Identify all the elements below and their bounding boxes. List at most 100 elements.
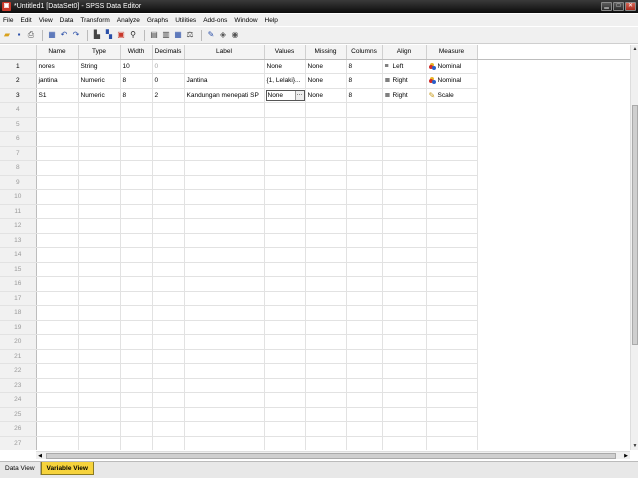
empty-cell[interactable] [346, 363, 383, 379]
empty-cell[interactable] [346, 320, 383, 335]
menu-transform[interactable]: Transform [80, 17, 109, 24]
empty-cell[interactable] [184, 421, 265, 437]
empty-cell[interactable] [78, 349, 121, 364]
empty-cell[interactable] [120, 131, 153, 147]
empty-cell[interactable] [36, 320, 79, 335]
empty-cell[interactable] [305, 117, 347, 132]
row-number[interactable]: 5 [0, 117, 37, 132]
empty-cell[interactable] [36, 189, 79, 205]
print-icon[interactable]: ⎙ [26, 30, 36, 40]
row-number[interactable]: 14 [0, 247, 37, 263]
cell-type[interactable]: Numeric [78, 73, 121, 89]
empty-cell[interactable] [382, 421, 427, 437]
empty-cell[interactable] [264, 204, 306, 219]
row-number[interactable]: 27 [0, 436, 37, 450]
empty-cell[interactable] [78, 363, 121, 379]
column-header-measure[interactable]: Measure [426, 45, 478, 60]
row-number[interactable]: 19 [0, 320, 37, 335]
empty-cell[interactable] [382, 189, 427, 205]
tab-data-view[interactable]: Data View [0, 462, 41, 475]
table-row[interactable]: 18 [0, 305, 630, 321]
empty-cell[interactable] [346, 305, 383, 321]
row-number[interactable]: 7 [0, 146, 37, 161]
menu-file[interactable]: File [3, 17, 13, 24]
empty-cell[interactable] [78, 160, 121, 176]
empty-cell[interactable] [184, 291, 265, 306]
empty-cell[interactable] [264, 117, 306, 132]
row-number[interactable]: 2 [0, 73, 37, 89]
empty-cell[interactable] [152, 189, 185, 205]
column-header-type[interactable]: Type [78, 45, 121, 60]
table-row[interactable]: 16 [0, 276, 630, 292]
empty-cell[interactable] [426, 146, 478, 161]
empty-cell[interactable] [426, 392, 478, 408]
cell-measure[interactable]: ✎ Scale [426, 88, 478, 103]
empty-cell[interactable] [382, 102, 427, 118]
row-number[interactable]: 12 [0, 218, 37, 234]
empty-cell[interactable] [264, 291, 306, 306]
empty-cell[interactable] [264, 146, 306, 161]
empty-cell[interactable] [36, 204, 79, 219]
scroll-up-icon[interactable]: ▲ [631, 45, 638, 53]
empty-cell[interactable] [120, 378, 153, 393]
empty-cell[interactable] [78, 204, 121, 219]
empty-cell[interactable] [426, 276, 478, 292]
menu-window[interactable]: Window [234, 17, 257, 24]
table-row[interactable]: 2 jantina Numeric 8 0 Jantina {1, Lelaki… [0, 73, 630, 89]
column-header-missing[interactable]: Missing [305, 45, 347, 60]
empty-cell[interactable] [346, 102, 383, 118]
split-file-icon[interactable]: ▦ [173, 30, 183, 40]
cell-name[interactable]: jantina [36, 73, 79, 89]
empty-cell[interactable] [305, 392, 347, 408]
empty-cell[interactable] [120, 189, 153, 205]
menu-view[interactable]: View [39, 17, 53, 24]
dialog-recall-icon[interactable]: ▦ [47, 30, 57, 40]
row-number[interactable]: 4 [0, 102, 37, 118]
use-sets-icon[interactable]: ◉ [230, 30, 240, 40]
table-row[interactable]: 12 [0, 218, 630, 234]
empty-cell[interactable] [120, 175, 153, 190]
empty-cell[interactable] [305, 320, 347, 335]
empty-cell[interactable] [346, 421, 383, 437]
empty-cell[interactable] [305, 247, 347, 263]
empty-cell[interactable] [120, 233, 153, 248]
empty-cell[interactable] [120, 407, 153, 422]
empty-cell[interactable] [120, 363, 153, 379]
table-row[interactable]: 7 [0, 146, 630, 161]
empty-cell[interactable] [346, 436, 383, 450]
empty-cell[interactable] [346, 407, 383, 422]
empty-cell[interactable] [382, 247, 427, 263]
cell-width[interactable]: 10 [120, 59, 153, 74]
empty-cell[interactable] [264, 334, 306, 350]
empty-cell[interactable] [382, 407, 427, 422]
cell-align[interactable]: ≣ Right [382, 73, 427, 89]
empty-cell[interactable] [346, 247, 383, 263]
empty-cell[interactable] [264, 233, 306, 248]
empty-cell[interactable] [426, 102, 478, 118]
row-number[interactable]: 18 [0, 305, 37, 321]
table-row[interactable]: 21 [0, 349, 630, 364]
empty-cell[interactable] [346, 218, 383, 234]
menu-analyze[interactable]: Analyze [117, 17, 140, 24]
empty-cell[interactable] [346, 262, 383, 277]
cell-missing[interactable]: None [305, 59, 347, 74]
empty-cell[interactable] [184, 320, 265, 335]
ellipsis-button[interactable]: … [294, 90, 304, 100]
table-row[interactable]: 1 nores String 10 0 None None 8 ≡ Left No… [0, 59, 630, 74]
empty-cell[interactable] [36, 407, 79, 422]
empty-cell[interactable] [152, 436, 185, 450]
empty-cell[interactable] [264, 131, 306, 147]
empty-cell[interactable] [152, 204, 185, 219]
empty-cell[interactable] [382, 131, 427, 147]
empty-cell[interactable] [382, 436, 427, 450]
empty-cell[interactable] [346, 334, 383, 350]
empty-cell[interactable] [184, 276, 265, 292]
undo-icon[interactable]: ↶ [59, 30, 69, 40]
table-row[interactable]: 9 [0, 175, 630, 190]
empty-cell[interactable] [120, 436, 153, 450]
row-number[interactable]: 10 [0, 189, 37, 205]
table-row[interactable]: 4 [0, 102, 630, 118]
horizontal-scroll-thumb[interactable] [46, 453, 616, 459]
empty-cell[interactable] [184, 334, 265, 350]
empty-cell[interactable] [78, 421, 121, 437]
